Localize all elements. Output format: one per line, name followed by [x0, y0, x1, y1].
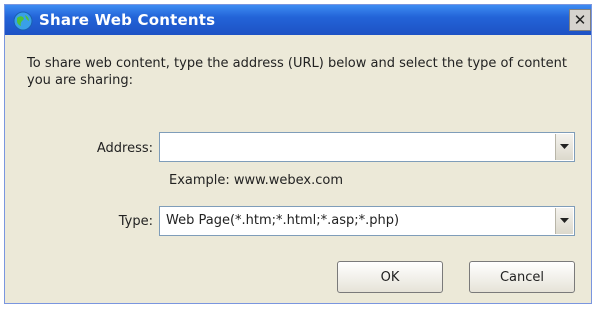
chevron-down-icon [560, 144, 569, 149]
chevron-down-icon [560, 218, 569, 223]
ok-button[interactable]: OK [337, 261, 443, 293]
close-icon: ✕ [573, 11, 587, 29]
globe-icon [13, 11, 33, 31]
type-label: Type: [118, 214, 153, 229]
title-bar[interactable]: Share Web Contents ✕ [5, 5, 591, 35]
address-example-text: Example: www.webex.com [169, 173, 343, 188]
address-label: Address: [96, 141, 153, 156]
type-select[interactable]: Web Page(*.htm;*.html;*.asp;*.php) [159, 206, 575, 236]
dialog-title: Share Web Contents [39, 11, 216, 29]
close-button[interactable]: ✕ [569, 9, 591, 31]
cancel-button[interactable]: Cancel [469, 261, 575, 293]
address-input[interactable] [159, 132, 575, 162]
share-web-contents-dialog: Share Web Contents ✕ To share web conten… [4, 4, 592, 304]
instructions-text: To share web content, type the address (… [27, 56, 567, 88]
address-dropdown-button[interactable] [555, 134, 573, 160]
type-selected-value: Web Page(*.htm;*.html;*.asp;*.php) [166, 213, 400, 228]
type-dropdown-button[interactable] [555, 208, 573, 234]
